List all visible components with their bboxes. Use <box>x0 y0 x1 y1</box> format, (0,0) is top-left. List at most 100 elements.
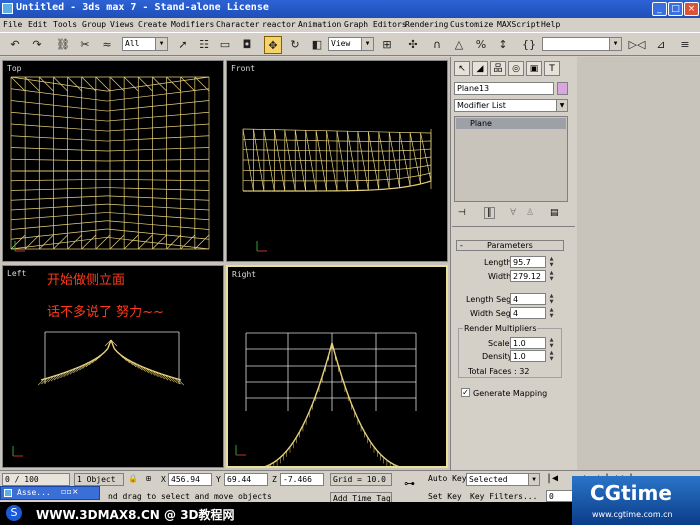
menu-animation[interactable]: Animation <box>298 20 341 29</box>
select-object-icon[interactable]: ➚ <box>174 36 192 54</box>
layer-manager-icon[interactable]: ≡ <box>676 36 694 54</box>
redo-icon[interactable]: ↷ <box>28 36 46 54</box>
window-crossing-icon[interactable]: ◘ <box>238 36 256 54</box>
menu-reactor[interactable]: reactor <box>262 20 296 29</box>
parameters-rollout-header[interactable]: - Parameters <box>456 240 564 251</box>
make-unique-icon[interactable]: ∀ <box>510 208 516 218</box>
lock-icon[interactable]: 🔒 <box>128 474 138 483</box>
y-coordinate-field[interactable]: 69.44 <box>224 473 268 486</box>
auto-key-button[interactable]: Auto Key <box>428 474 467 483</box>
menu-views[interactable]: Views <box>110 20 134 29</box>
key-icon[interactable]: ⊶ <box>404 477 415 490</box>
maximize-button[interactable]: □ <box>668 2 683 16</box>
bind-space-warp-icon[interactable]: ≈ <box>98 36 116 54</box>
time-slider[interactable]: 0 / 100 <box>2 473 70 486</box>
menu-maxscript[interactable]: MAXScript <box>497 20 540 29</box>
motion-tab-icon[interactable]: ◎ <box>508 61 524 76</box>
wire-segment <box>321 365 327 377</box>
viewport-right[interactable]: Right <box>226 265 448 468</box>
configure-modifier-sets-icon[interactable]: ▤ <box>550 208 559 218</box>
select-and-manipulate-icon[interactable]: ✣ <box>404 36 422 54</box>
key-filters-button[interactable]: Key Filters... <box>470 492 537 501</box>
z-coordinate-field[interactable]: -7.466 <box>280 473 324 486</box>
width-segs-spinner[interactable]: ▲ ▼ <box>548 307 555 319</box>
menu-tools[interactable]: Tools <box>53 20 77 29</box>
select-and-move-icon[interactable]: ✥ <box>264 36 282 54</box>
edit-named-selections-icon[interactable]: {} <box>520 36 538 54</box>
length-segs-field[interactable]: 4 <box>510 293 546 305</box>
mirror-icon[interactable]: ▷◁ <box>628 36 646 54</box>
unlink-icon[interactable]: ✂ <box>76 36 94 54</box>
menu-customize[interactable]: Customize <box>450 20 493 29</box>
percent-snap-icon[interactable]: % <box>472 36 490 54</box>
remove-modifier-icon[interactable]: ♙ <box>526 208 534 218</box>
object-name-field[interactable]: Plane13 <box>454 82 554 95</box>
snap-toggle-icon[interactable]: ∩ <box>428 36 446 54</box>
spinner-snap-icon[interactable]: ↕ <box>494 36 512 54</box>
menu-modifiers[interactable]: Modifiers <box>171 20 214 29</box>
set-key-button[interactable]: Set Key <box>428 492 462 501</box>
x-coordinate-field[interactable]: 456.94 <box>168 473 212 486</box>
align-icon[interactable]: ⊿ <box>652 36 670 54</box>
scale-spinner[interactable]: ▲ ▼ <box>548 337 555 349</box>
close-button[interactable]: × <box>684 2 699 16</box>
length-segs-spinner[interactable]: ▲ ▼ <box>548 293 555 305</box>
display-tab-icon[interactable]: ▣ <box>526 61 542 76</box>
density-field[interactable]: 1.0 <box>510 350 546 362</box>
reference-coordinate-dropdown[interactable]: View ▼ <box>328 37 374 51</box>
wire-segment <box>360 425 365 432</box>
wire-segment <box>344 385 349 396</box>
menu-help[interactable]: Help <box>541 20 560 29</box>
menu-create[interactable]: Create <box>138 20 167 29</box>
wire-segment <box>123 76 139 92</box>
undo-icon[interactable]: ↶ <box>6 36 24 54</box>
pivot-center-icon[interactable]: ⊞ <box>378 36 396 54</box>
generate-mapping-checkbox[interactable]: ✓ <box>461 388 470 397</box>
select-by-name-icon[interactable]: ☷ <box>195 36 213 54</box>
hierarchy-tab-icon[interactable]: 品 <box>490 61 506 76</box>
select-and-scale-icon[interactable]: ◧ <box>308 36 326 54</box>
menu-edit[interactable]: Edit <box>28 20 47 29</box>
named-selection-dropdown[interactable]: ▼ <box>542 37 622 51</box>
viewport-left[interactable]: Left 开始做侧立面 话不多说了 努力~~ <box>2 265 224 468</box>
menu-rendering[interactable]: Rendering <box>405 20 448 29</box>
wire-segment <box>357 418 362 426</box>
length-field[interactable]: 95.7 <box>510 256 546 268</box>
viewport-top[interactable]: Top <box>2 60 224 262</box>
menu-file[interactable]: File <box>3 20 22 29</box>
object-color-swatch[interactable] <box>557 82 568 95</box>
menu-graph-editors[interactable]: Graph Editors <box>344 20 407 29</box>
wire-segment <box>81 234 97 250</box>
absolute-mode-icon[interactable]: ⊞ <box>146 474 151 483</box>
cgtime-url: www.cgtime.com.cn <box>592 510 673 519</box>
length-spinner[interactable]: ▲ ▼ <box>548 256 555 268</box>
width-spinner[interactable]: ▲ ▼ <box>548 270 555 282</box>
wire-segment <box>106 178 210 182</box>
generate-mapping-label: Generate Mapping <box>473 389 548 398</box>
wire-segment <box>289 441 294 448</box>
scale-field[interactable]: 1.0 <box>510 337 546 349</box>
show-end-result-icon[interactable]: ‖ <box>484 207 495 219</box>
angle-snap-icon[interactable]: △ <box>450 36 468 54</box>
minimize-button[interactable]: _ <box>652 2 667 16</box>
menu-group[interactable]: Group <box>82 20 106 29</box>
task-button[interactable]: Asse... ▫▫× <box>0 486 100 500</box>
modify-tab-icon[interactable]: ◢ <box>472 61 488 76</box>
select-and-rotate-icon[interactable]: ↻ <box>286 36 304 54</box>
density-spinner[interactable]: ▲ ▼ <box>548 350 555 362</box>
create-tab-icon[interactable]: ↖ <box>454 61 470 76</box>
utilities-tab-icon[interactable]: T <box>544 61 560 76</box>
go-to-start-icon[interactable]: |◀ <box>546 473 558 484</box>
menu-character[interactable]: Character <box>216 20 259 29</box>
wire-segment <box>106 195 210 201</box>
modifier-list-dropdown[interactable]: Modifier List ▼ <box>454 99 568 112</box>
width-segs-field[interactable]: 4 <box>510 307 546 319</box>
selection-filter-dropdown[interactable]: All ▼ <box>122 37 168 51</box>
width-field[interactable]: 279.12 <box>510 270 546 282</box>
selected-dropdown[interactable]: Selected ▼ <box>466 473 540 486</box>
pin-stack-icon[interactable]: ⊣ <box>458 208 466 218</box>
select-link-icon[interactable]: ⛓ <box>54 36 72 54</box>
stack-item-plane[interactable]: Plane <box>456 118 566 129</box>
viewport-front[interactable]: Front <box>226 60 448 262</box>
rectangle-selection-icon[interactable]: ▭ <box>216 36 234 54</box>
